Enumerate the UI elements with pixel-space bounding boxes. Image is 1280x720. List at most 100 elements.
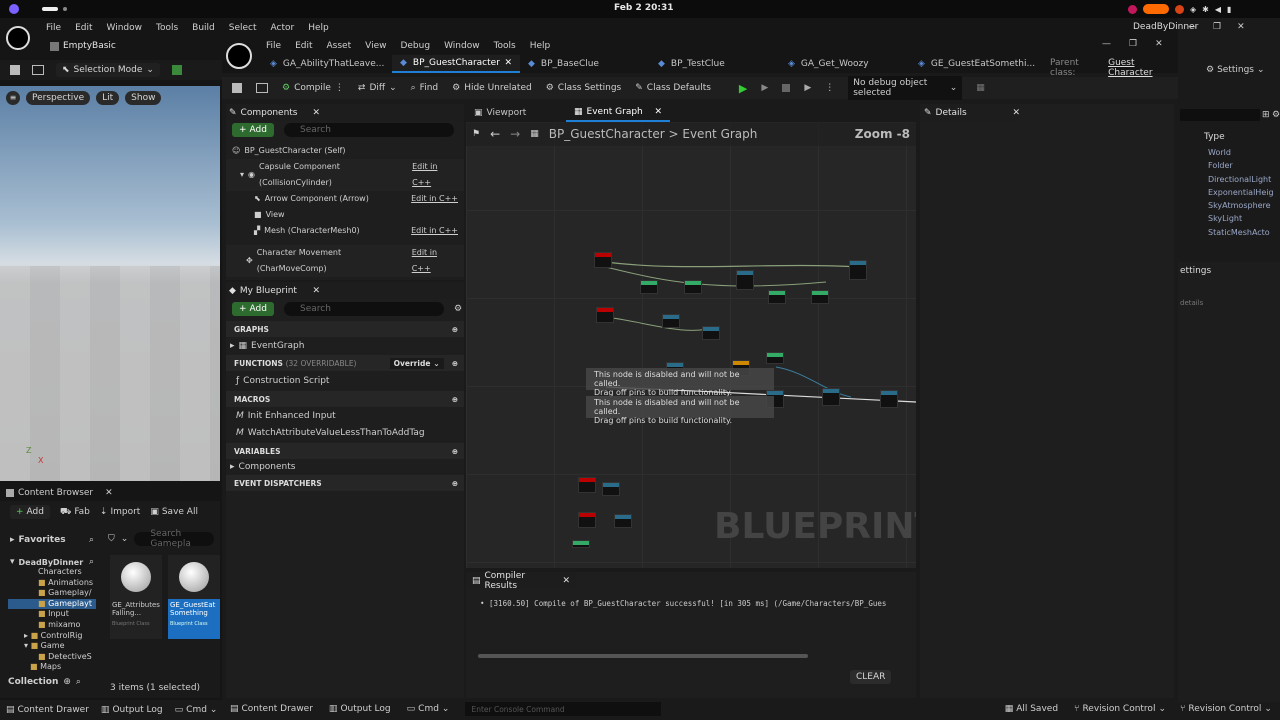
graph-node[interactable] [578,512,596,528]
output-log-button[interactable]: ▥ Output Log [101,705,163,715]
search-icon[interactable]: ⌕ [89,557,94,567]
outliner-filter[interactable] [1180,109,1260,121]
browse-icon[interactable] [256,83,268,93]
add-variable-icon[interactable]: ⊕ [452,447,458,456]
content-icon[interactable] [32,65,44,75]
cmd-dropdown[interactable]: ▭ Cmd ⌄ [407,704,450,714]
add-macro-icon[interactable]: ⊕ [452,395,458,404]
content-drawer-button[interactable]: ▤ Content Drawer [230,704,313,714]
components-tab[interactable]: ✎ Components ✕ [226,104,464,121]
component-item[interactable]: ☺ BP_GuestCharacter (Self) [226,143,464,159]
graph-node[interactable] [640,280,658,294]
tray-icons[interactable]: ◈ ✱ ◀ ▮ [1128,4,1268,14]
menu-tools[interactable]: Tools [494,41,516,51]
add-graph-icon[interactable]: ⊕ [452,325,458,334]
menu-edit[interactable]: Edit [295,41,312,51]
save-icon[interactable] [10,65,20,75]
folder-item[interactable]: ■ Input [8,609,96,620]
graph-node[interactable] [594,252,612,268]
save-icon[interactable] [232,83,242,93]
compiler-results-tab[interactable]: ▤ Compiler Results ✕ [466,571,576,591]
find-button[interactable]: ⌕ Find [411,83,439,93]
graph-node[interactable] [880,390,898,408]
menu-window[interactable]: Window [107,23,143,33]
folder-item[interactable]: ▸ ■ ControlRig [8,631,96,642]
outliner-type[interactable]: DirectionalLight [1208,173,1274,186]
gear-icon[interactable]: ⚙ [454,304,462,314]
tab-viewport[interactable]: ▣ Viewport [466,104,566,122]
tab-ga-ability[interactable]: ◈ GA_AbilityThatLeave... [262,55,392,73]
folder-item[interactable]: ■ DetectiveS [8,652,96,663]
all-saved-indicator[interactable]: ▦ All Saved [1005,704,1058,714]
collection-header[interactable]: Collection ⊕ ⌕ [8,677,98,687]
macro-item[interactable]: M Init Enhanced Input [226,407,464,424]
tab-ga-get-woozy[interactable]: ◈ GA_Get_Woozy [780,55,910,73]
component-item[interactable]: ✥ Character Movement (CharMoveComp) Edit i… [226,245,464,277]
menu-edit[interactable]: Edit [75,23,92,33]
filter-icon[interactable]: ⛉ [108,534,115,544]
add-dispatcher-icon[interactable]: ⊕ [452,479,458,488]
edit-in-cpp-link[interactable]: Edit in C++ [412,159,458,191]
main-settings-button[interactable]: ⚙ Settings ⌄ [1206,65,1265,75]
search-icon[interactable]: ⌕ [76,677,81,687]
close-icon[interactable]: ✕ [1155,39,1163,49]
play-options-icon[interactable]: ▶ [804,83,811,93]
details-tab[interactable]: ✎ Details ✕ [920,104,1020,121]
graph-node[interactable] [596,307,614,323]
close-icon[interactable]: ✕ [1012,108,1020,118]
close-icon[interactable]: ✕ [312,108,320,118]
selection-mode-dropdown[interactable]: ⬉ Selection Mode ⌄ [56,63,160,77]
unreal-logo-icon[interactable] [226,43,252,69]
override-dropdown[interactable]: Override ⌄ [389,357,444,369]
outliner-type[interactable]: SkyLight [1208,212,1274,225]
add-actor-icon[interactable] [171,65,182,75]
tab-bp-guest-character[interactable]: ◆ BP_GuestCharacter ✕ [392,55,520,73]
add-member-button[interactable]: + Add [232,302,274,316]
level-tab[interactable]: EmptyBasic [50,38,116,54]
macro-item[interactable]: M WatchAttributeValueLessThanToAddTag [226,424,464,441]
macros-section[interactable]: MACROS ⊕ [226,391,464,407]
edit-in-cpp-link[interactable]: Edit in C++ [411,191,458,207]
tray-app-icon[interactable] [1128,4,1137,14]
outliner-type[interactable]: StaticMeshActo [1208,226,1274,239]
menu-help[interactable]: Help [530,41,551,51]
lit-button[interactable]: Lit [96,91,120,105]
tray-recording-icon[interactable] [1143,4,1169,14]
level-viewport[interactable]: ≡ Perspective Lit Show Z X [0,86,220,481]
close-icon[interactable]: ✕ [562,576,570,586]
graph-node[interactable] [766,352,784,364]
functions-section[interactable]: FUNCTIONS (32 OVERRIDABLE) Override ⌄ ⊕ [226,355,464,371]
close-icon[interactable]: ✕ [312,286,320,296]
class-defaults-button[interactable]: ✎ Class Defaults [635,83,711,93]
cmd-dropdown[interactable]: ▭ Cmd ⌄ [175,705,218,715]
content-search-input[interactable]: Search Gamepla [134,529,215,549]
outliner-type[interactable]: ExponentialHeig [1208,186,1274,199]
console-input[interactable]: Enter Console Command [465,702,662,716]
folder-item[interactable]: ■ Animations [8,578,96,589]
tab-ge-guest-eat[interactable]: ◈ GE_GuestEatSomethi... [910,55,1038,73]
event-graph-canvas[interactable]: ⚑ ← → ▦ BP_GuestCharacter > Event Graph … [466,122,916,568]
graph-node[interactable] [684,280,702,294]
filter-dropdown-icon[interactable]: ⌄ [121,534,129,544]
menu-file[interactable]: File [46,23,61,33]
stop-icon[interactable] [782,84,791,92]
add-collection-icon[interactable]: ⊕ [63,677,71,687]
minimize-icon[interactable]: — [1102,39,1111,49]
component-item[interactable]: ▾ ◉ Capsule Component (CollisionCylinder) E… [226,159,464,191]
menu-build[interactable]: Build [192,23,215,33]
debug-filter-icon[interactable]: ▦ [976,83,985,93]
graph-node[interactable] [578,477,596,493]
graphs-section[interactable]: GRAPHS ⊕ [226,321,464,337]
import-button[interactable]: ⇣ Import [100,507,140,517]
fab-button[interactable]: ⛟ Fab [60,507,90,518]
battery-icon[interactable]: ▮ [1227,5,1231,14]
variables-section[interactable]: VARIABLES ⊕ [226,443,464,459]
output-log-button[interactable]: ▥ Output Log [329,704,391,714]
volume-icon[interactable]: ◀ [1215,5,1221,14]
component-item[interactable]: ■ View [226,207,464,223]
maximize-icon[interactable]: ❐ [1129,39,1137,49]
favorites-header[interactable]: ▸ Favorites ⌕ [10,535,94,545]
outliner-settings-icon[interactable]: ⚙ [1272,110,1280,120]
outliner-type[interactable]: World [1208,146,1274,159]
outliner-type[interactable]: Folder [1208,159,1274,172]
